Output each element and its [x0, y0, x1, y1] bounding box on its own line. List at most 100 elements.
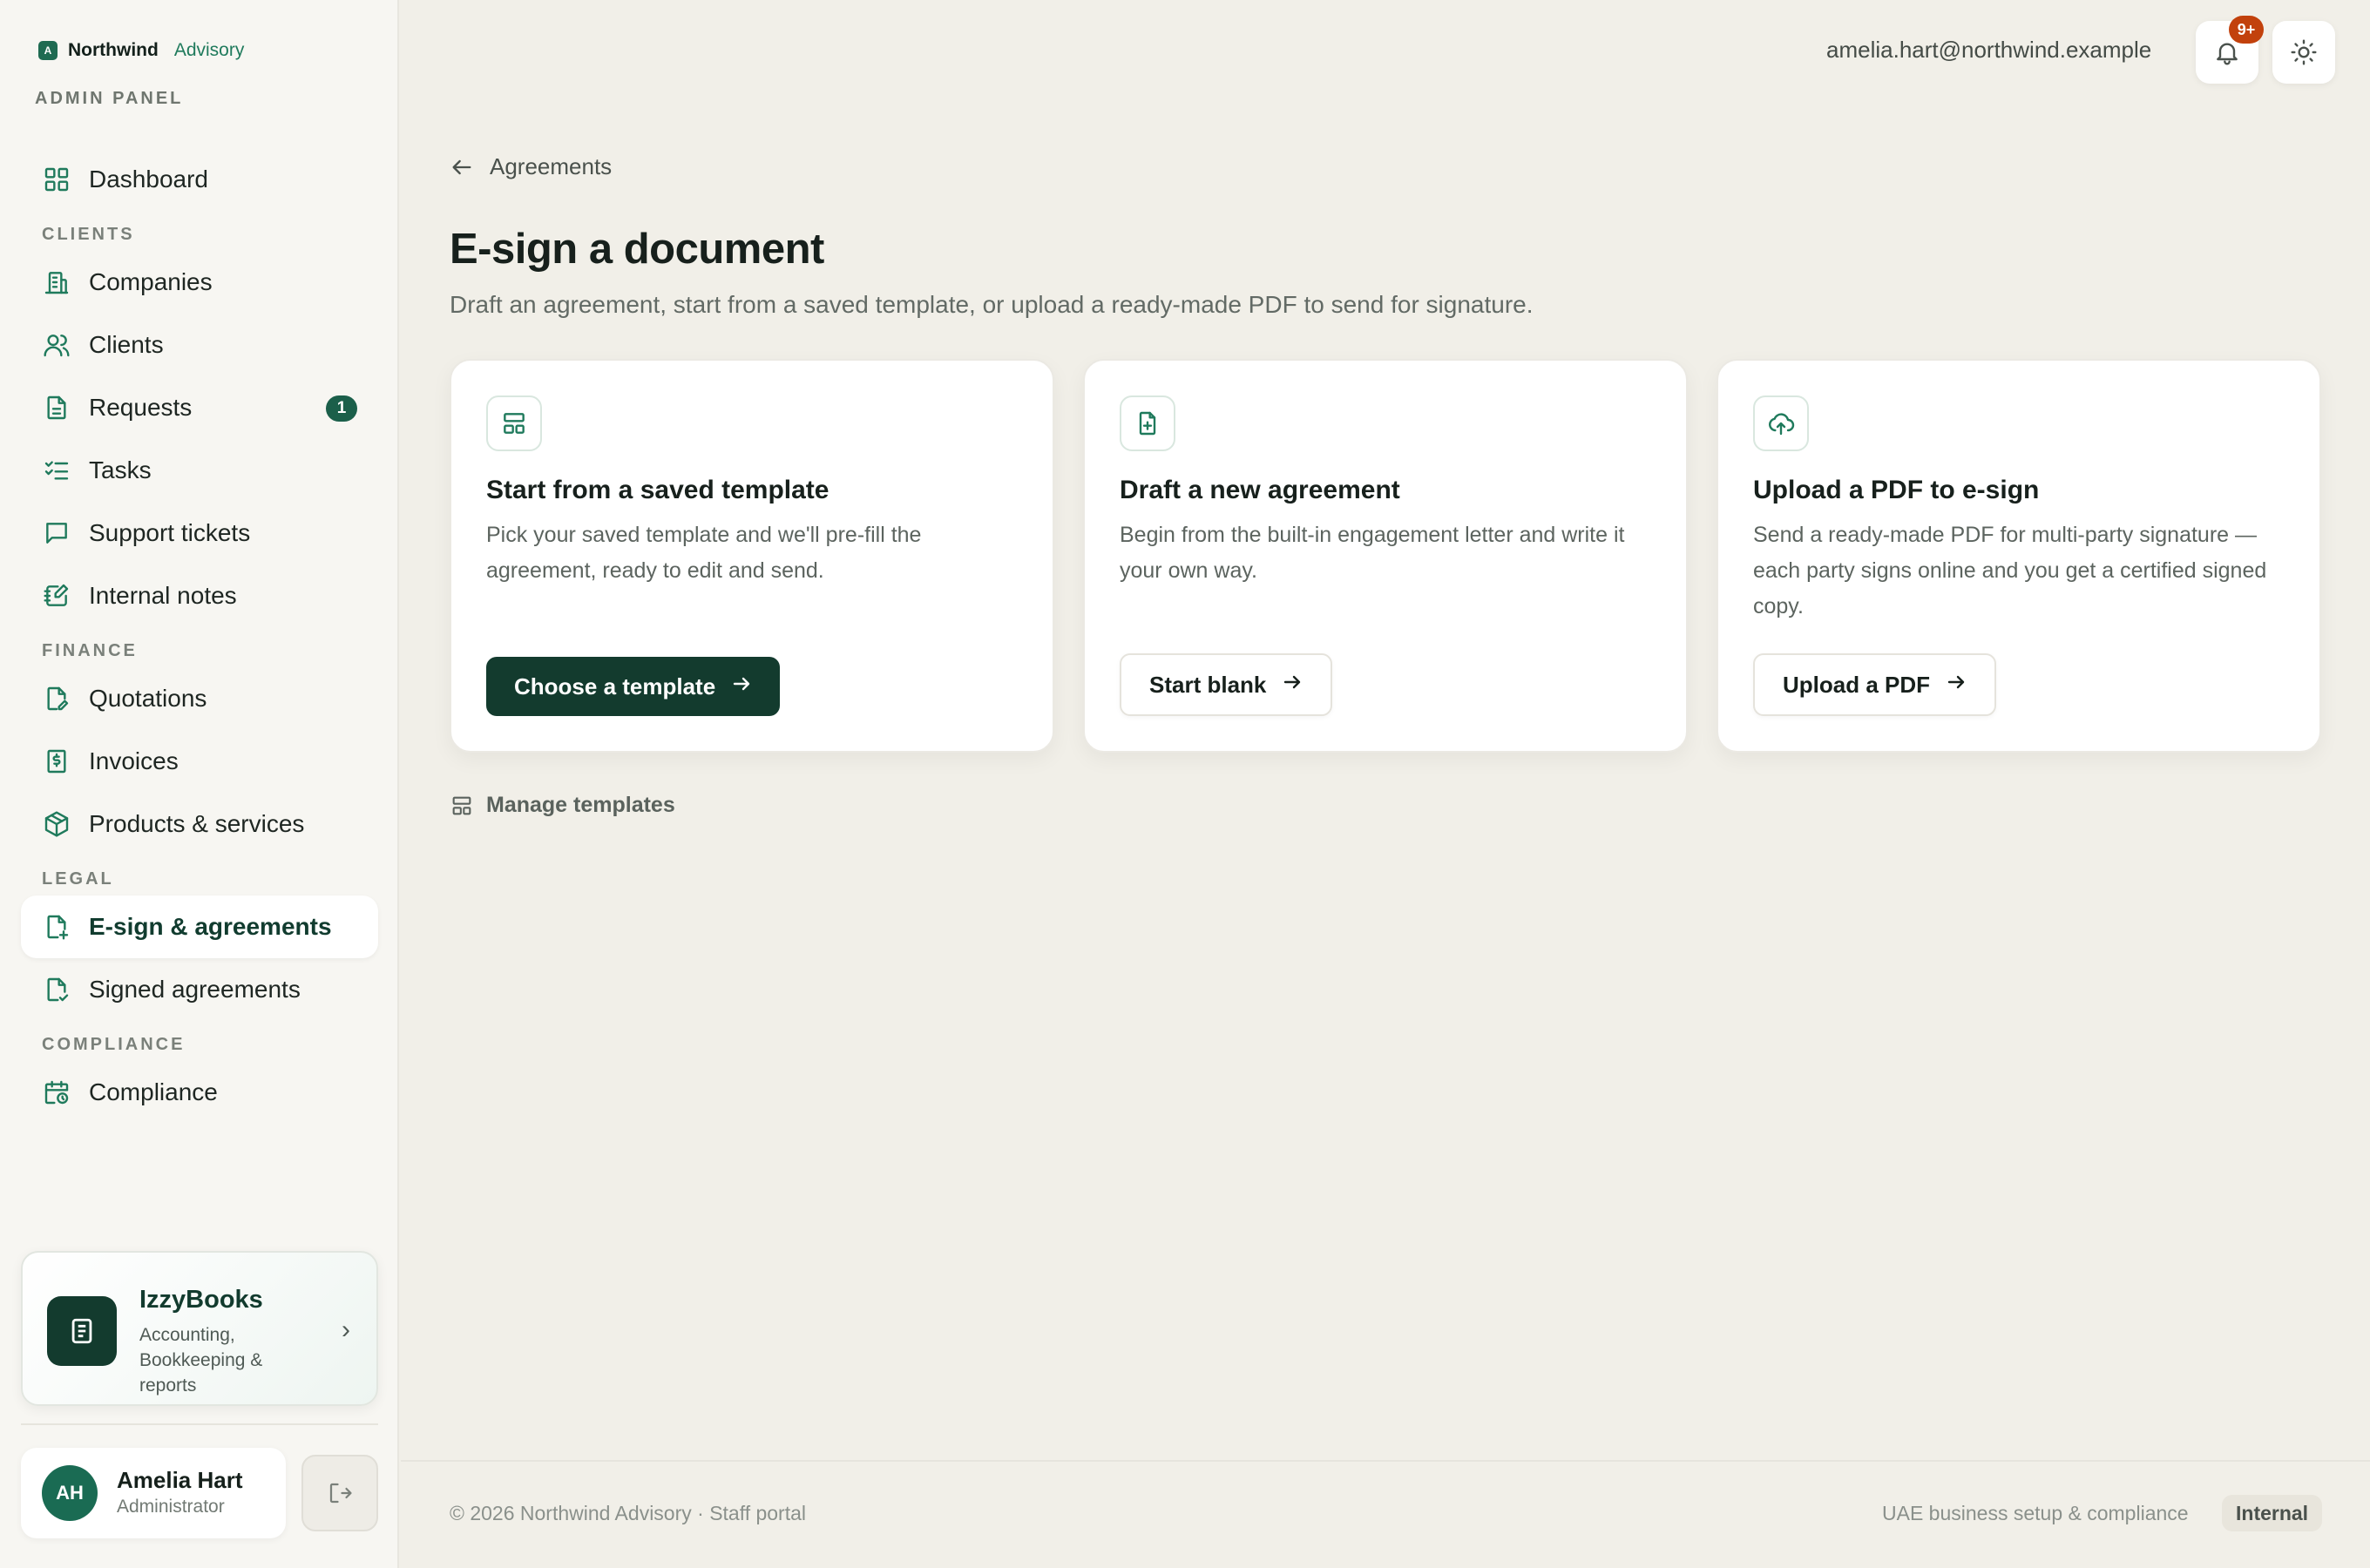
brand[interactable]: A Northwind Advisory [38, 40, 244, 61]
file-text-icon [42, 393, 71, 422]
requests-count-badge: 1 [326, 395, 357, 422]
upload-pdf-button[interactable]: Upload a PDF [1753, 653, 1997, 716]
grid-icon [42, 165, 71, 194]
sidebar-item-label: Products & services [89, 810, 305, 837]
sidebar-item-products[interactable]: Products & services [21, 793, 378, 855]
user-role: Administrator [117, 1497, 225, 1517]
sidebar-item-signed-agreements[interactable]: Signed agreements [21, 958, 378, 1021]
page-subtitle: Draft an agreement, start from a saved t… [450, 291, 1534, 318]
button-label: Upload a PDF [1783, 671, 1931, 698]
start-blank-button[interactable]: Start blank [1120, 653, 1333, 716]
package-icon [42, 809, 71, 839]
izzybooks-promo-card[interactable]: IzzyBooks Accounting, Bookkeeping & repo… [21, 1251, 378, 1406]
sidebar: A Northwind Advisory ADMIN PANEL Dashboa… [0, 0, 399, 1568]
manage-templates-link[interactable]: Manage templates [450, 793, 675, 818]
notebook-pen-icon [42, 581, 71, 611]
card-title: Start from a saved template [486, 476, 830, 504]
card-description: Send a ready-made PDF for multi-party si… [1753, 523, 2267, 618]
sidebar-item-label: Companies [89, 268, 213, 295]
section-label-finance: FINANCE [42, 641, 138, 660]
sidebar-item-invoices[interactable]: Invoices [21, 730, 378, 793]
sidebar-item-label: Tasks [89, 456, 152, 483]
sidebar-item-label: Clients [89, 331, 164, 358]
brand-sub: Advisory [173, 40, 245, 60]
sidebar-item-label: E-sign & agreements [89, 913, 332, 940]
checklist-icon [42, 456, 71, 485]
calendar-clock-icon [42, 1078, 71, 1107]
manage-templates-label: Manage templates [486, 793, 675, 817]
section-label-clients: CLIENTS [42, 225, 135, 244]
sidebar-item-label: Quotations [89, 685, 207, 712]
card-title: Draft a new agreement [1120, 476, 1400, 504]
chevron-right-icon: › [342, 1315, 350, 1344]
sidebar-item-label: Signed agreements [89, 976, 301, 1003]
back-link-label: Agreements [490, 153, 613, 179]
brand-name: Northwind [68, 40, 159, 60]
sidebar-item-label: Requests [89, 394, 193, 421]
sidebar-item-label: Internal notes [89, 582, 237, 609]
sidebar-divider [21, 1423, 378, 1425]
sidebar-item-label: Dashboard [89, 166, 208, 193]
template-icon [486, 395, 542, 451]
sidebar-item-compliance[interactable]: Compliance [21, 1061, 378, 1124]
sidebar-item-esign[interactable]: E-sign & agreements [21, 896, 378, 958]
cloud-upload-icon [1753, 395, 1809, 451]
arrow-right-icon [731, 673, 752, 700]
button-label: Choose a template [514, 672, 716, 700]
receipt-icon [42, 747, 71, 776]
theme-toggle-button[interactable] [2272, 21, 2335, 84]
card-description: Pick your saved template and we'll pre-f… [486, 523, 922, 583]
avatar: AH [42, 1465, 98, 1521]
template-option-card: Start from a saved template Pick your sa… [450, 359, 1054, 753]
arrow-left-icon [452, 159, 471, 174]
sidebar-item-support-tickets[interactable]: Support tickets [21, 502, 378, 564]
arrow-right-icon [1946, 672, 1967, 699]
button-label: Start blank [1149, 671, 1267, 698]
footer-tagline: UAE business setup & compliance [1882, 1502, 2189, 1524]
users-icon [42, 330, 71, 360]
promo-description: Accounting, Bookkeeping & reports [139, 1325, 263, 1396]
file-check-icon [42, 975, 71, 1004]
sun-icon [2291, 39, 2317, 65]
sidebar-item-requests[interactable]: Requests 1 [21, 376, 378, 439]
sidebar-item-companies[interactable]: Companies [21, 251, 378, 314]
user-name: Amelia Hart [117, 1467, 243, 1493]
template-icon [452, 796, 471, 814]
notifications-button[interactable]: 9+ [2196, 16, 2264, 84]
card-title: Upload a PDF to e-sign [1753, 476, 2040, 504]
sidebar-item-tasks[interactable]: Tasks [21, 439, 378, 502]
book-icon [47, 1296, 117, 1366]
sidebar-item-internal-notes[interactable]: Internal notes [21, 564, 378, 627]
user-card[interactable]: AH Amelia Hart Administrator [21, 1448, 286, 1538]
logout-button[interactable] [301, 1455, 378, 1531]
sidebar-item-dashboard[interactable]: Dashboard [21, 148, 378, 211]
upload-pdf-option-card: Upload a PDF to e-sign Send a ready-made… [1717, 359, 2321, 753]
panel-label: ADMIN PANEL [35, 89, 184, 108]
notification-count-badge: 9+ [2229, 16, 2264, 44]
choose-template-button[interactable]: Choose a template [486, 657, 781, 716]
log-out-icon [329, 1483, 352, 1504]
promo-title: IzzyBooks [139, 1286, 263, 1314]
new-agreement-option-card: Draft a new agreement Begin from the bui… [1083, 359, 1688, 753]
back-link[interactable]: Agreements [450, 153, 612, 180]
sidebar-item-quotations[interactable]: Quotations [21, 667, 378, 730]
user-email: amelia.hart@northwind.example [1826, 37, 2152, 63]
arrow-right-icon [1282, 672, 1303, 699]
page-title: E-sign a document [450, 226, 824, 273]
building-icon [42, 267, 71, 297]
sidebar-item-label: Invoices [89, 747, 179, 774]
sidebar-nav: Dashboard CLIENTS Companies Clients Requ… [21, 148, 378, 1124]
section-label-legal: LEGAL [42, 869, 114, 889]
file-plus-icon [42, 912, 71, 942]
footer-divider [401, 1460, 2370, 1462]
file-pen-icon [42, 684, 71, 713]
footer-internal-tag: Internal [2222, 1495, 2323, 1531]
footer-copyright: © 2026 Northwind Advisory · Staff portal [450, 1502, 807, 1524]
file-plus-icon [1120, 395, 1175, 451]
sidebar-item-clients[interactable]: Clients [21, 314, 378, 376]
sidebar-item-label: Compliance [89, 1078, 218, 1105]
card-description: Begin from the built-in engagement lette… [1120, 523, 1625, 583]
sidebar-item-label: Support tickets [89, 519, 251, 546]
brand-logo: A [38, 41, 58, 60]
section-label-compliance: COMPLIANCE [42, 1035, 186, 1054]
